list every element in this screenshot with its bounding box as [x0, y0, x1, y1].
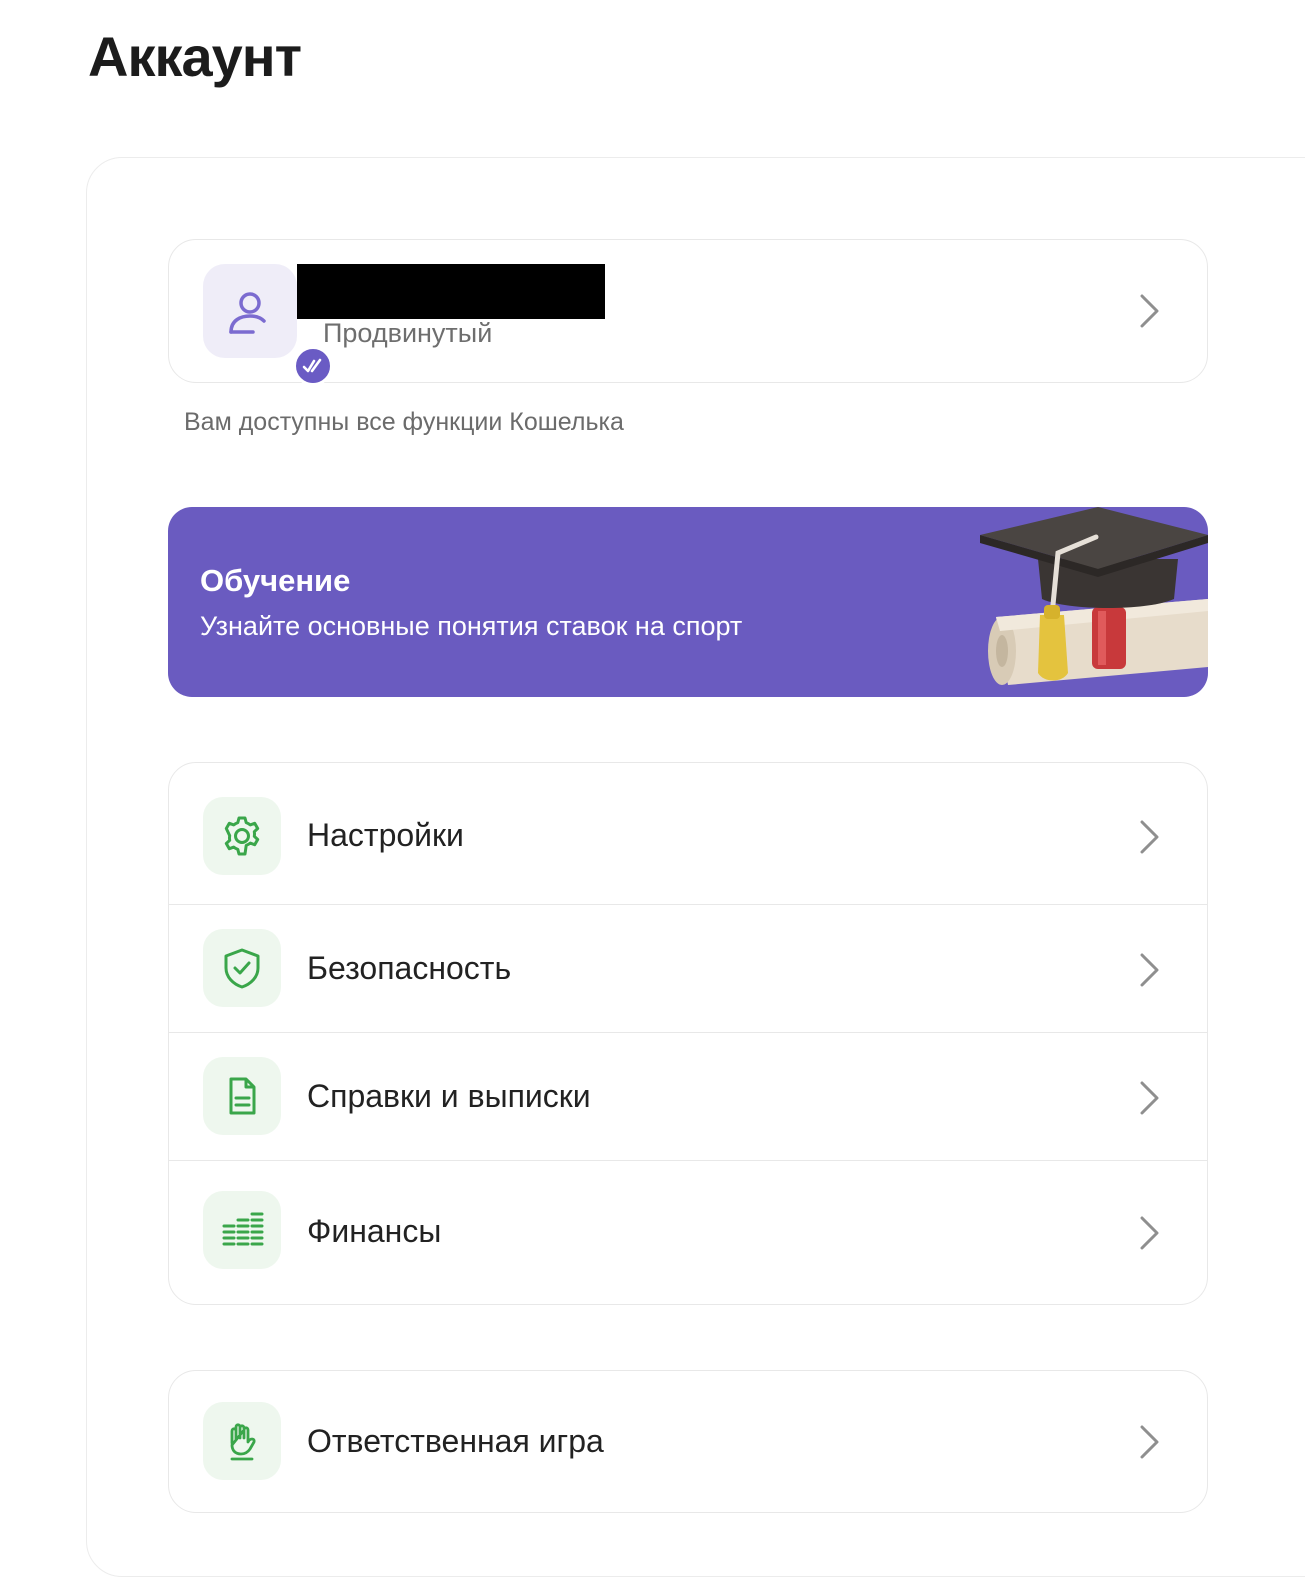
- shield-check-icon: [224, 948, 260, 989]
- menu-item-label: Настройки: [307, 817, 464, 853]
- chevron-right-icon: [1140, 820, 1159, 854]
- education-banner[interactable]: Обучение Узнайте основные понятия ставок…: [168, 507, 1208, 697]
- gear-icon: [224, 816, 260, 856]
- menu-item-security[interactable]: Безопасность: [169, 905, 1207, 1033]
- verified-badge: [293, 346, 333, 386]
- menu-item-statements[interactable]: Справки и выписки: [169, 1033, 1207, 1161]
- menu-item-label: Безопасность: [307, 950, 512, 986]
- chevron-right-icon: [1140, 1425, 1159, 1459]
- graduation-cap-diploma-illustration: [980, 507, 1208, 685]
- icon-tile: [203, 1057, 281, 1135]
- education-subtitle: Узнайте основные понятия ставок на спорт: [200, 611, 743, 641]
- page-title: Аккаунт: [88, 25, 302, 88]
- user-icon: [229, 292, 266, 334]
- document-icon: [229, 1077, 256, 1115]
- menu-item-label: Справки и выписки: [307, 1078, 591, 1114]
- double-check-icon: [302, 358, 322, 373]
- coins-stack-icon: [222, 1212, 264, 1246]
- menu-list: Настройки Безопасность Справки и выписки: [168, 762, 1208, 1305]
- education-title: Обучение: [200, 563, 351, 598]
- profile-level: Продвинутый: [323, 318, 493, 348]
- icon-tile: [203, 797, 281, 875]
- chevron-right-icon: [1140, 1081, 1159, 1115]
- chevron-right-icon: [1140, 953, 1159, 987]
- chevron-right-icon: [1140, 1216, 1159, 1250]
- profile-hint: Вам доступны все функции Кошелька: [184, 408, 624, 436]
- icon-tile: [203, 929, 281, 1007]
- profile-card[interactable]: Продвинутый: [168, 239, 1208, 386]
- chevron-right-icon: [1140, 294, 1159, 328]
- icon-tile: [203, 1402, 281, 1480]
- menu-item-label: Финансы: [307, 1213, 442, 1249]
- responsible-gaming-label: Ответственная игра: [307, 1423, 604, 1459]
- responsible-gaming-item[interactable]: Ответственная игра: [168, 1370, 1208, 1513]
- profile-name-redacted: [297, 264, 605, 319]
- hand-icon: [230, 1423, 256, 1461]
- icon-tile: [203, 1191, 281, 1269]
- menu-item-settings[interactable]: Настройки: [169, 763, 1207, 905]
- menu-item-finances[interactable]: Финансы: [169, 1161, 1207, 1304]
- avatar: [203, 264, 333, 386]
